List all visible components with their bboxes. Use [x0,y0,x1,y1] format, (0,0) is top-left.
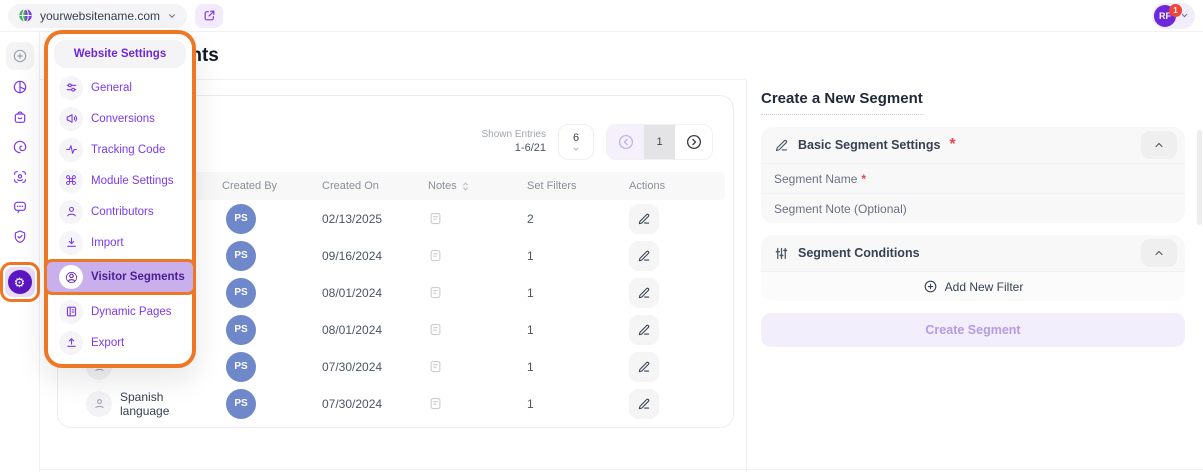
person-icon [59,200,83,224]
creator-avatar: PS [226,278,256,308]
settings-icon: ⚙ [8,270,32,294]
upload-icon [59,331,83,355]
user-circle-icon [59,265,83,289]
bag-icon[interactable] [7,104,33,130]
collapse-button[interactable] [1141,131,1177,159]
menu-item-module-settings[interactable]: ⌘ Module Settings [54,165,186,196]
current-page[interactable]: 1 [644,125,675,159]
sidebar: ⚙ [0,32,40,472]
chevron-down-icon [167,11,177,21]
collapse-button[interactable] [1141,239,1177,267]
command-icon: ⌘ [59,169,83,193]
sliders-icon [59,76,83,100]
menu-item-general[interactable]: General [54,72,186,103]
pie-chart-icon[interactable] [7,74,33,100]
create-segment-panel: Create a New Segment Basic Segment Setti… [747,80,1203,472]
top-bar: yourwebsitename.com RF 1 [0,0,1203,32]
creator-avatar: PS [226,389,256,419]
edit-button[interactable] [629,241,659,271]
menu-item-export[interactable]: Export [54,327,186,358]
note-icon[interactable] [428,248,443,263]
globe-icon [18,8,33,23]
megaphone-icon [59,107,83,131]
note-icon[interactable] [428,359,443,374]
creator-avatar: PS [226,352,256,382]
add-new-filter-button[interactable]: Add New Filter [761,271,1185,301]
edit-button[interactable] [629,352,659,382]
per-page-select[interactable]: 6 [558,124,594,160]
menu-item-tracking-code[interactable]: Tracking Code [54,134,186,165]
shield-icon[interactable] [7,224,33,250]
creator-avatar: PS [226,241,256,271]
col-created-on: Created On [314,180,420,192]
website-settings-menu: Website Settings General Conversions Tra… [44,30,196,368]
panel-title: Create a New Segment [761,90,923,115]
book-icon [59,300,83,324]
chevron-up-icon [1153,247,1165,259]
plus-circle-icon [923,279,938,294]
col-set-filters: Set Filters [519,180,621,192]
sidebar-item-settings[interactable]: ⚙ [0,262,40,302]
pulse-icon [59,138,83,162]
segment-note-input[interactable]: Segment Note (Optional) [761,193,1185,223]
col-notes[interactable]: Notes [420,180,519,192]
user-circle-icon [86,391,112,417]
segment-name-input[interactable]: Segment Name* [761,163,1185,193]
menu-item-dynamic-pages[interactable]: Dynamic Pages [54,296,186,327]
bottom-divider [40,469,1203,470]
menu-item-conversions[interactable]: Conversions [54,103,186,134]
edit-button[interactable] [629,278,659,308]
edit-button[interactable] [629,315,659,345]
note-icon[interactable] [428,396,443,411]
note-icon[interactable] [428,285,443,300]
create-segment-button[interactable]: Create Segment [761,313,1185,347]
user-menu[interactable]: RF 1 [1152,3,1195,29]
avatar: RF 1 [1154,5,1176,27]
table-row[interactable]: Spanish language PS 07/30/2024 1 [66,385,725,422]
note-icon[interactable] [428,211,443,226]
creator-avatar: PS [226,204,256,234]
filters-icon [774,246,789,261]
sort-icon [461,181,470,192]
prev-page-button[interactable] [607,125,644,159]
notification-badge: 1 [1169,4,1182,17]
edit-button[interactable] [629,204,659,234]
shown-entries: Shown Entries 1-6/21 [482,128,546,156]
col-actions: Actions [621,180,725,192]
external-link-icon [203,9,216,22]
chat-icon[interactable] [7,194,33,220]
creator-avatar: PS [226,315,256,345]
segment-conditions-section: Segment Conditions Add New Filter [761,235,1185,301]
note-icon[interactable] [428,322,443,337]
basic-segment-settings-section: Basic Segment Settings * Segment Name* [761,127,1185,223]
menu-header: Website Settings [54,40,186,68]
website-selector-label: yourwebsitename.com [40,9,160,23]
menu-item-contributors[interactable]: Contributors [54,196,186,227]
face-scan-icon[interactable] [7,164,33,190]
recordings-icon[interactable] [7,134,33,160]
pager: 1 [606,124,713,160]
website-selector[interactable]: yourwebsitename.com [8,4,187,28]
menu-item-import[interactable]: Import [54,227,186,258]
section-title: Basic Segment Settings [798,138,940,152]
chevron-down-icon [572,145,580,153]
menu-item-visitor-segments[interactable]: Visitor Segments [44,259,196,295]
next-page-button[interactable] [675,125,712,159]
pencil-icon [774,138,789,153]
edit-button[interactable] [629,389,659,419]
section-title: Segment Conditions [798,246,920,260]
chevron-up-icon [1153,139,1165,151]
download-icon [59,231,83,255]
col-created-by: Created By [214,180,314,192]
dashboard-icon[interactable] [6,42,34,70]
scrollbar-thumb[interactable] [1197,130,1202,225]
open-website-button[interactable] [195,4,223,28]
